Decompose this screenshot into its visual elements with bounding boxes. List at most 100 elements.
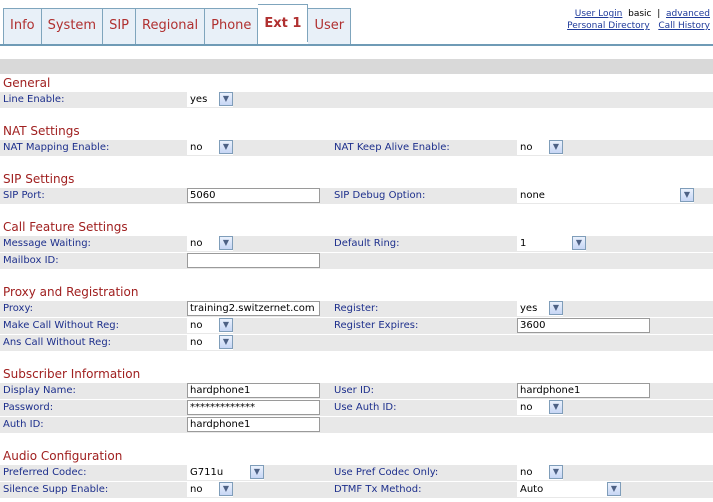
proxy-input[interactable]: training2.switzernet.com (187, 301, 320, 316)
chevron-down-icon: ▼ (549, 140, 563, 154)
top-links: User Login basic | advanced Personal Dir… (567, 8, 710, 32)
section-sip-title: SIP Settings (3, 172, 75, 186)
row-codec: Preferred Codec: G711u ▼ Use Pref Codec … (0, 465, 713, 481)
chevron-down-icon: ▼ (572, 236, 586, 250)
silence-supp-enable-label: Silence Supp Enable: (3, 484, 109, 495)
personal-directory-link[interactable]: Personal Directory (567, 21, 650, 31)
chevron-down-icon: ▼ (219, 335, 233, 349)
display-name-input[interactable]: hardphone1 (187, 383, 320, 398)
preferred-codec-label: Preferred Codec: (3, 467, 87, 478)
use-auth-id-value: no (520, 402, 533, 413)
message-waiting-select[interactable]: no ▼ (187, 236, 233, 251)
user-id-label: User ID: (334, 385, 374, 396)
row-mailbox-id: Mailbox ID: (0, 253, 713, 269)
section-call-feature-title: Call Feature Settings (3, 220, 128, 234)
tab-strip: Info System SIP Regional Phone Ext 1 Use… (3, 4, 352, 44)
mailbox-id-label: Mailbox ID: (3, 255, 59, 266)
sip-debug-option-select[interactable]: none ▼ (517, 188, 694, 203)
use-pref-codec-only-label: Use Pref Codec Only: (334, 467, 439, 478)
user-id-input[interactable]: hardphone1 (517, 383, 650, 398)
dtmf-tx-method-value: Auto (520, 484, 544, 495)
auth-id-input[interactable]: hardphone1 (187, 417, 320, 432)
default-ring-select[interactable]: 1 ▼ (517, 236, 586, 251)
section-subscriber-title: Subscriber Information (3, 367, 141, 381)
chevron-down-icon: ▼ (219, 140, 233, 154)
register-label: Register: (334, 303, 379, 314)
call-history-link[interactable]: Call History (658, 21, 710, 31)
advanced-link[interactable]: advanced (666, 9, 710, 19)
tab-sip[interactable]: SIP (103, 8, 137, 44)
message-waiting-value: no (190, 238, 203, 249)
register-expires-label: Register Expires: (334, 320, 419, 331)
row-nat: NAT Mapping Enable: no ▼ NAT Keep Alive … (0, 140, 713, 156)
use-auth-id-label: Use Auth ID: (334, 402, 397, 413)
sip-port-input[interactable]: 5060 (187, 188, 320, 203)
password-label: Password: (3, 402, 54, 413)
tab-system[interactable]: System (41, 8, 104, 44)
display-name-label: Display Name: (3, 385, 76, 396)
chevron-down-icon: ▼ (219, 236, 233, 250)
use-pref-codec-only-select[interactable]: no ▼ (517, 465, 563, 480)
chevron-down-icon: ▼ (549, 400, 563, 414)
preferred-codec-select[interactable]: G711u ▼ (187, 465, 264, 480)
silence-supp-enable-select[interactable]: no ▼ (187, 482, 233, 497)
chevron-down-icon: ▼ (680, 188, 694, 202)
tab-phone[interactable]: Phone (205, 8, 259, 44)
row-line-enable: Line Enable: yes ▼ (0, 92, 713, 108)
sip-debug-option-value: none (520, 190, 545, 201)
tab-ext-1[interactable]: Ext 1 (258, 4, 309, 42)
section-nat-title: NAT Settings (3, 124, 80, 138)
tab-bar: Info System SIP Regional Phone Ext 1 Use… (0, 0, 713, 46)
dtmf-tx-method-label: DTMF Tx Method: (334, 484, 422, 495)
sip-port-label: SIP Port: (3, 190, 45, 201)
ans-call-without-reg-select[interactable]: no ▼ (187, 335, 233, 350)
line-enable-select[interactable]: yes ▼ (187, 92, 233, 107)
chevron-down-icon: ▼ (607, 482, 621, 496)
proxy-label: Proxy: (3, 303, 34, 314)
nat-mapping-enable-label: NAT Mapping Enable: (3, 142, 110, 153)
mailbox-id-input[interactable] (187, 253, 320, 268)
user-login-link[interactable]: User Login (575, 9, 623, 19)
line-enable-label: Line Enable: (3, 94, 65, 105)
row-silence: Silence Supp Enable: no ▼ DTMF Tx Method… (0, 482, 713, 498)
silence-supp-enable-value: no (190, 484, 203, 495)
make-call-without-reg-select[interactable]: no ▼ (187, 318, 233, 333)
mode-separator: | (657, 9, 661, 19)
make-call-without-reg-value: no (190, 320, 203, 331)
chevron-down-icon: ▼ (250, 465, 264, 479)
header-spacer-row (0, 59, 713, 74)
register-value: yes (520, 303, 538, 314)
row-message-waiting: Message Waiting: no ▼ Default Ring: 1 ▼ (0, 236, 713, 252)
register-expires-input[interactable]: 3600 (517, 318, 650, 333)
use-pref-codec-only-value: no (520, 467, 533, 478)
tab-underline (0, 44, 713, 46)
chevron-down-icon: ▼ (219, 92, 233, 106)
nat-mapping-enable-select[interactable]: no ▼ (187, 140, 233, 155)
message-waiting-label: Message Waiting: (3, 238, 91, 249)
password-input[interactable]: ************* (187, 400, 320, 415)
use-auth-id-select[interactable]: no ▼ (517, 400, 563, 415)
dtmf-tx-method-select[interactable]: Auto ▼ (517, 482, 621, 497)
row-ans-call: Ans Call Without Reg: no ▼ (0, 335, 713, 351)
tab-regional[interactable]: Regional (136, 8, 206, 44)
tab-user[interactable]: User (308, 8, 352, 44)
ans-call-without-reg-value: no (190, 337, 203, 348)
tab-info[interactable]: Info (4, 8, 42, 44)
row-auth-id: Auth ID: hardphone1 (0, 417, 713, 433)
sip-debug-option-label: SIP Debug Option: (334, 190, 426, 201)
section-proxy-title: Proxy and Registration (3, 285, 139, 299)
nat-keep-alive-enable-select[interactable]: no ▼ (517, 140, 563, 155)
chevron-down-icon: ▼ (219, 318, 233, 332)
ans-call-without-reg-label: Ans Call Without Reg: (3, 337, 112, 348)
basic-mode-label: basic (628, 9, 652, 19)
make-call-without-reg-label: Make Call Without Reg: (3, 320, 119, 331)
row-password: Password: ************* Use Auth ID: no … (0, 400, 713, 416)
nat-mapping-enable-value: no (190, 142, 203, 153)
chevron-down-icon: ▼ (219, 482, 233, 496)
row-proxy: Proxy: training2.switzernet.com Register… (0, 301, 713, 317)
row-sip: SIP Port: 5060 SIP Debug Option: none ▼ (0, 188, 713, 204)
auth-id-label: Auth ID: (3, 419, 44, 430)
default-ring-value: 1 (520, 238, 527, 249)
register-select[interactable]: yes ▼ (517, 301, 563, 316)
preferred-codec-value: G711u (190, 467, 224, 478)
